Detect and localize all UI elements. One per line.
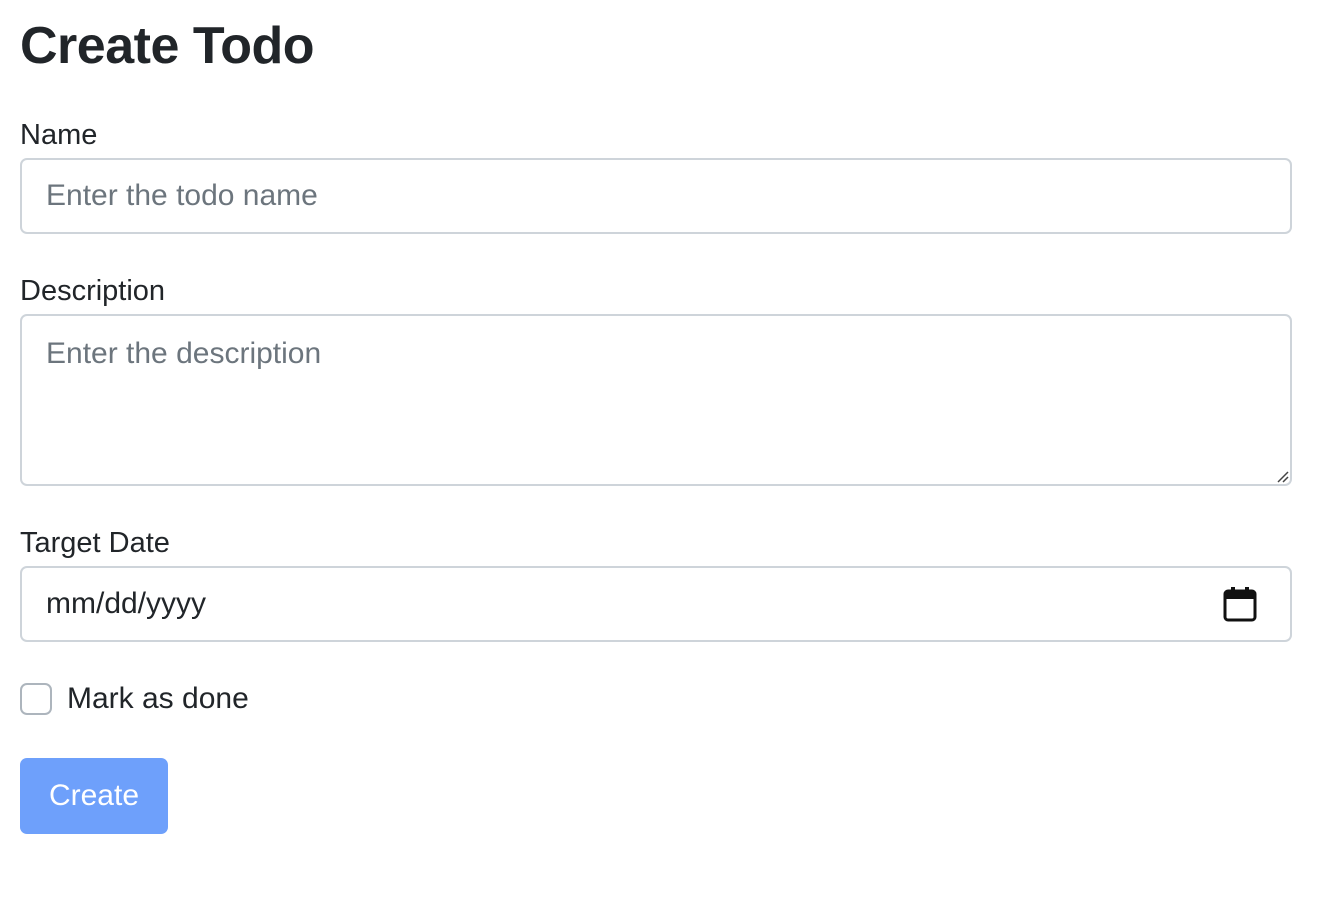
mark-done-label[interactable]: Mark as done — [67, 680, 249, 718]
description-label: Description — [20, 275, 166, 307]
mark-done-checkbox[interactable] — [20, 683, 52, 715]
name-label: Name — [20, 119, 98, 151]
target-date-value: mm/dd/yyyy — [46, 587, 207, 620]
description-textarea[interactable] — [20, 314, 1292, 486]
name-input[interactable] — [20, 158, 1292, 234]
page-title: Create Todo — [20, 17, 315, 75]
target-date-input[interactable]: mm/dd/yyyy — [20, 566, 1292, 642]
target-date-label: Target Date — [20, 527, 170, 559]
create-button[interactable]: Create — [20, 758, 168, 834]
mark-done-row: Mark as done — [20, 680, 249, 718]
calendar-icon[interactable] — [1222, 585, 1258, 623]
create-todo-page: Create Todo Name Description Target Date… — [0, 0, 1320, 916]
